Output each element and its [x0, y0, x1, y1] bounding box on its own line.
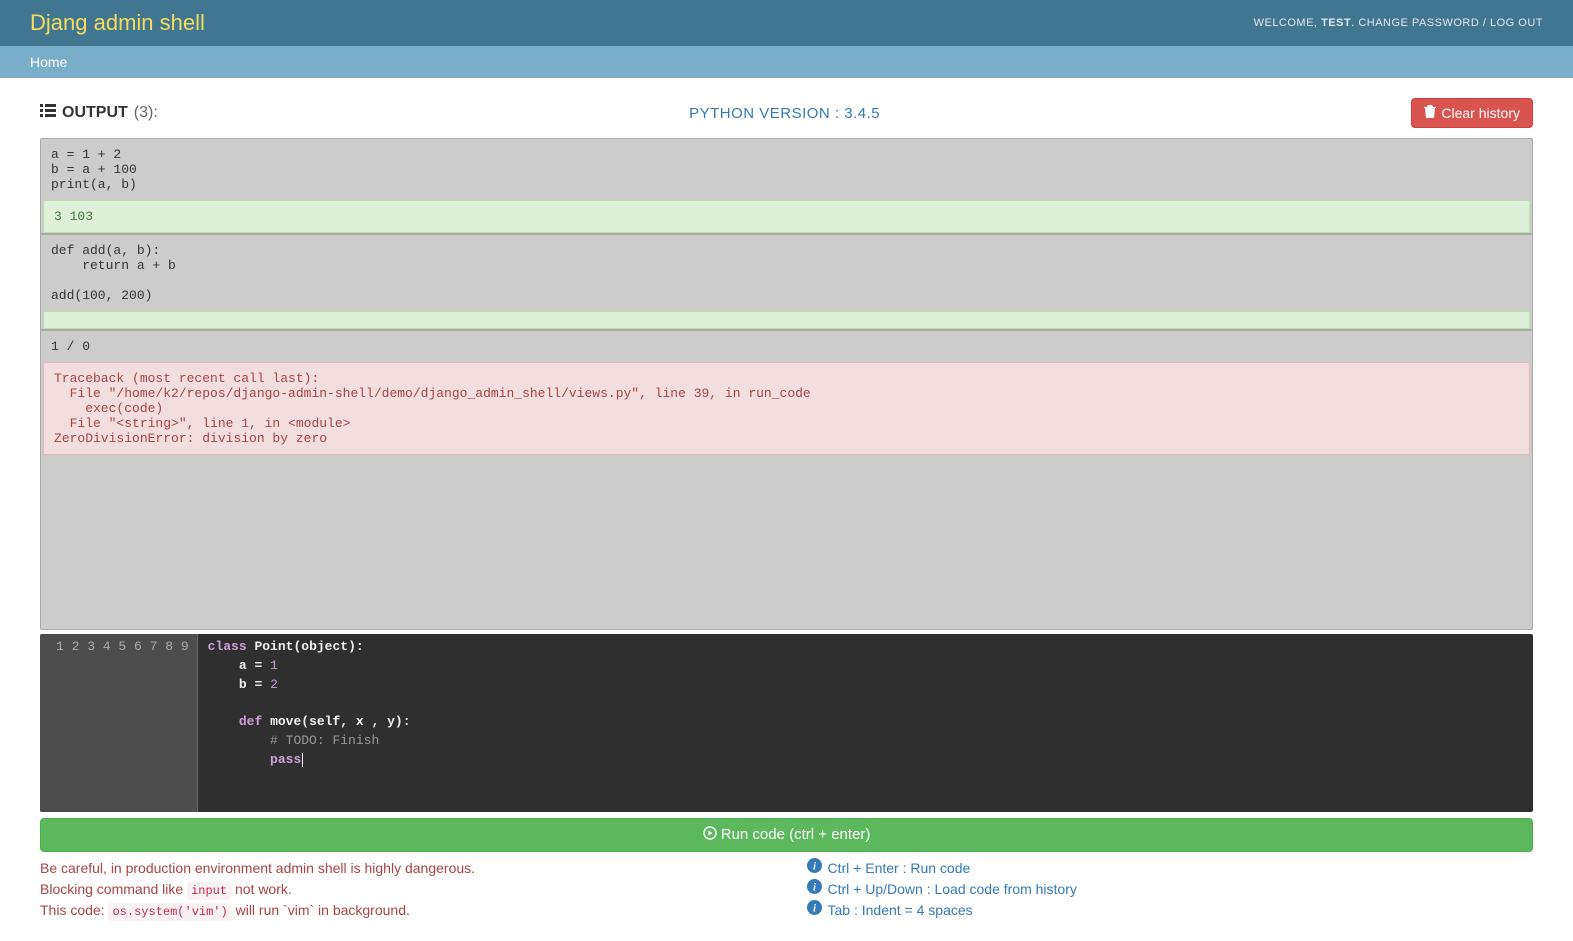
hint-row: iCtrl + Up/Down : Load code from history: [807, 879, 1534, 900]
clear-history-label: Clear history: [1441, 105, 1520, 121]
history-input: def add(a, b): return a + b add(100, 200…: [41, 233, 1532, 311]
play-icon: [703, 826, 717, 844]
history-input: a = 1 + 2 b = a + 100 print(a, b): [41, 139, 1532, 200]
run-code-label: Run code (ctrl + enter): [721, 826, 871, 843]
welcome-label: WELCOME,: [1254, 17, 1318, 29]
history-output-success: 3 103: [43, 200, 1530, 233]
warn-line-3: This code: os.system('vim') will run `vi…: [40, 900, 767, 921]
list-icon: [40, 104, 56, 123]
python-version: PYTHON VERSION : 3.4.5: [158, 105, 1412, 122]
change-password-link[interactable]: CHANGE PASSWORD: [1358, 17, 1479, 29]
history-output-error: Traceback (most recent call last): File …: [43, 362, 1530, 455]
trash-icon: [1424, 105, 1436, 121]
output-area[interactable]: a = 1 + 2 b = a + 100 print(a, b)3 103de…: [40, 138, 1533, 630]
hint-row: iCtrl + Enter : Run code: [807, 858, 1534, 879]
warning-text: Be careful, in production environment ad…: [40, 858, 767, 921]
code-editor[interactable]: 1 2 3 4 5 6 7 8 9 class Point(object): a…: [40, 634, 1533, 812]
editor-gutter: 1 2 3 4 5 6 7 8 9: [40, 634, 198, 812]
info-icon: i: [807, 858, 822, 879]
user-links: WELCOME, TEST. CHANGE PASSWORD / LOG OUT: [1254, 17, 1543, 29]
logout-link[interactable]: LOG OUT: [1490, 17, 1543, 29]
toolbar: OUTPUT (3): PYTHON VERSION : 3.4.5 Clear…: [40, 88, 1533, 138]
breadcrumb: Home: [0, 46, 1573, 78]
site-title: Djang admin shell: [30, 10, 205, 36]
home-link[interactable]: Home: [30, 54, 67, 70]
editor-body[interactable]: class Point(object): a = 1 b = 2 def mov…: [198, 634, 1533, 812]
hint-row: iTab : Indent = 4 spaces: [807, 900, 1534, 921]
history-output-success: [43, 311, 1530, 329]
info-icon: i: [807, 900, 822, 921]
history-input: 1 / 0: [41, 329, 1532, 362]
output-label: OUTPUT: [62, 104, 128, 122]
warn-line-1: Be careful, in production environment ad…: [40, 858, 767, 879]
admin-header: Djang admin shell WELCOME, TEST. CHANGE …: [0, 0, 1573, 46]
footer: Be careful, in production environment ad…: [40, 852, 1533, 921]
clear-history-button[interactable]: Clear history: [1411, 98, 1533, 128]
output-count: (3):: [134, 104, 158, 122]
username: TEST: [1321, 17, 1351, 29]
warn-line-2: Blocking command like input not work.: [40, 879, 767, 900]
keyboard-hints: iCtrl + Enter : Run codeiCtrl + Up/Down …: [807, 858, 1534, 921]
info-icon: i: [807, 879, 822, 900]
run-code-button[interactable]: Run code (ctrl + enter): [40, 818, 1533, 852]
